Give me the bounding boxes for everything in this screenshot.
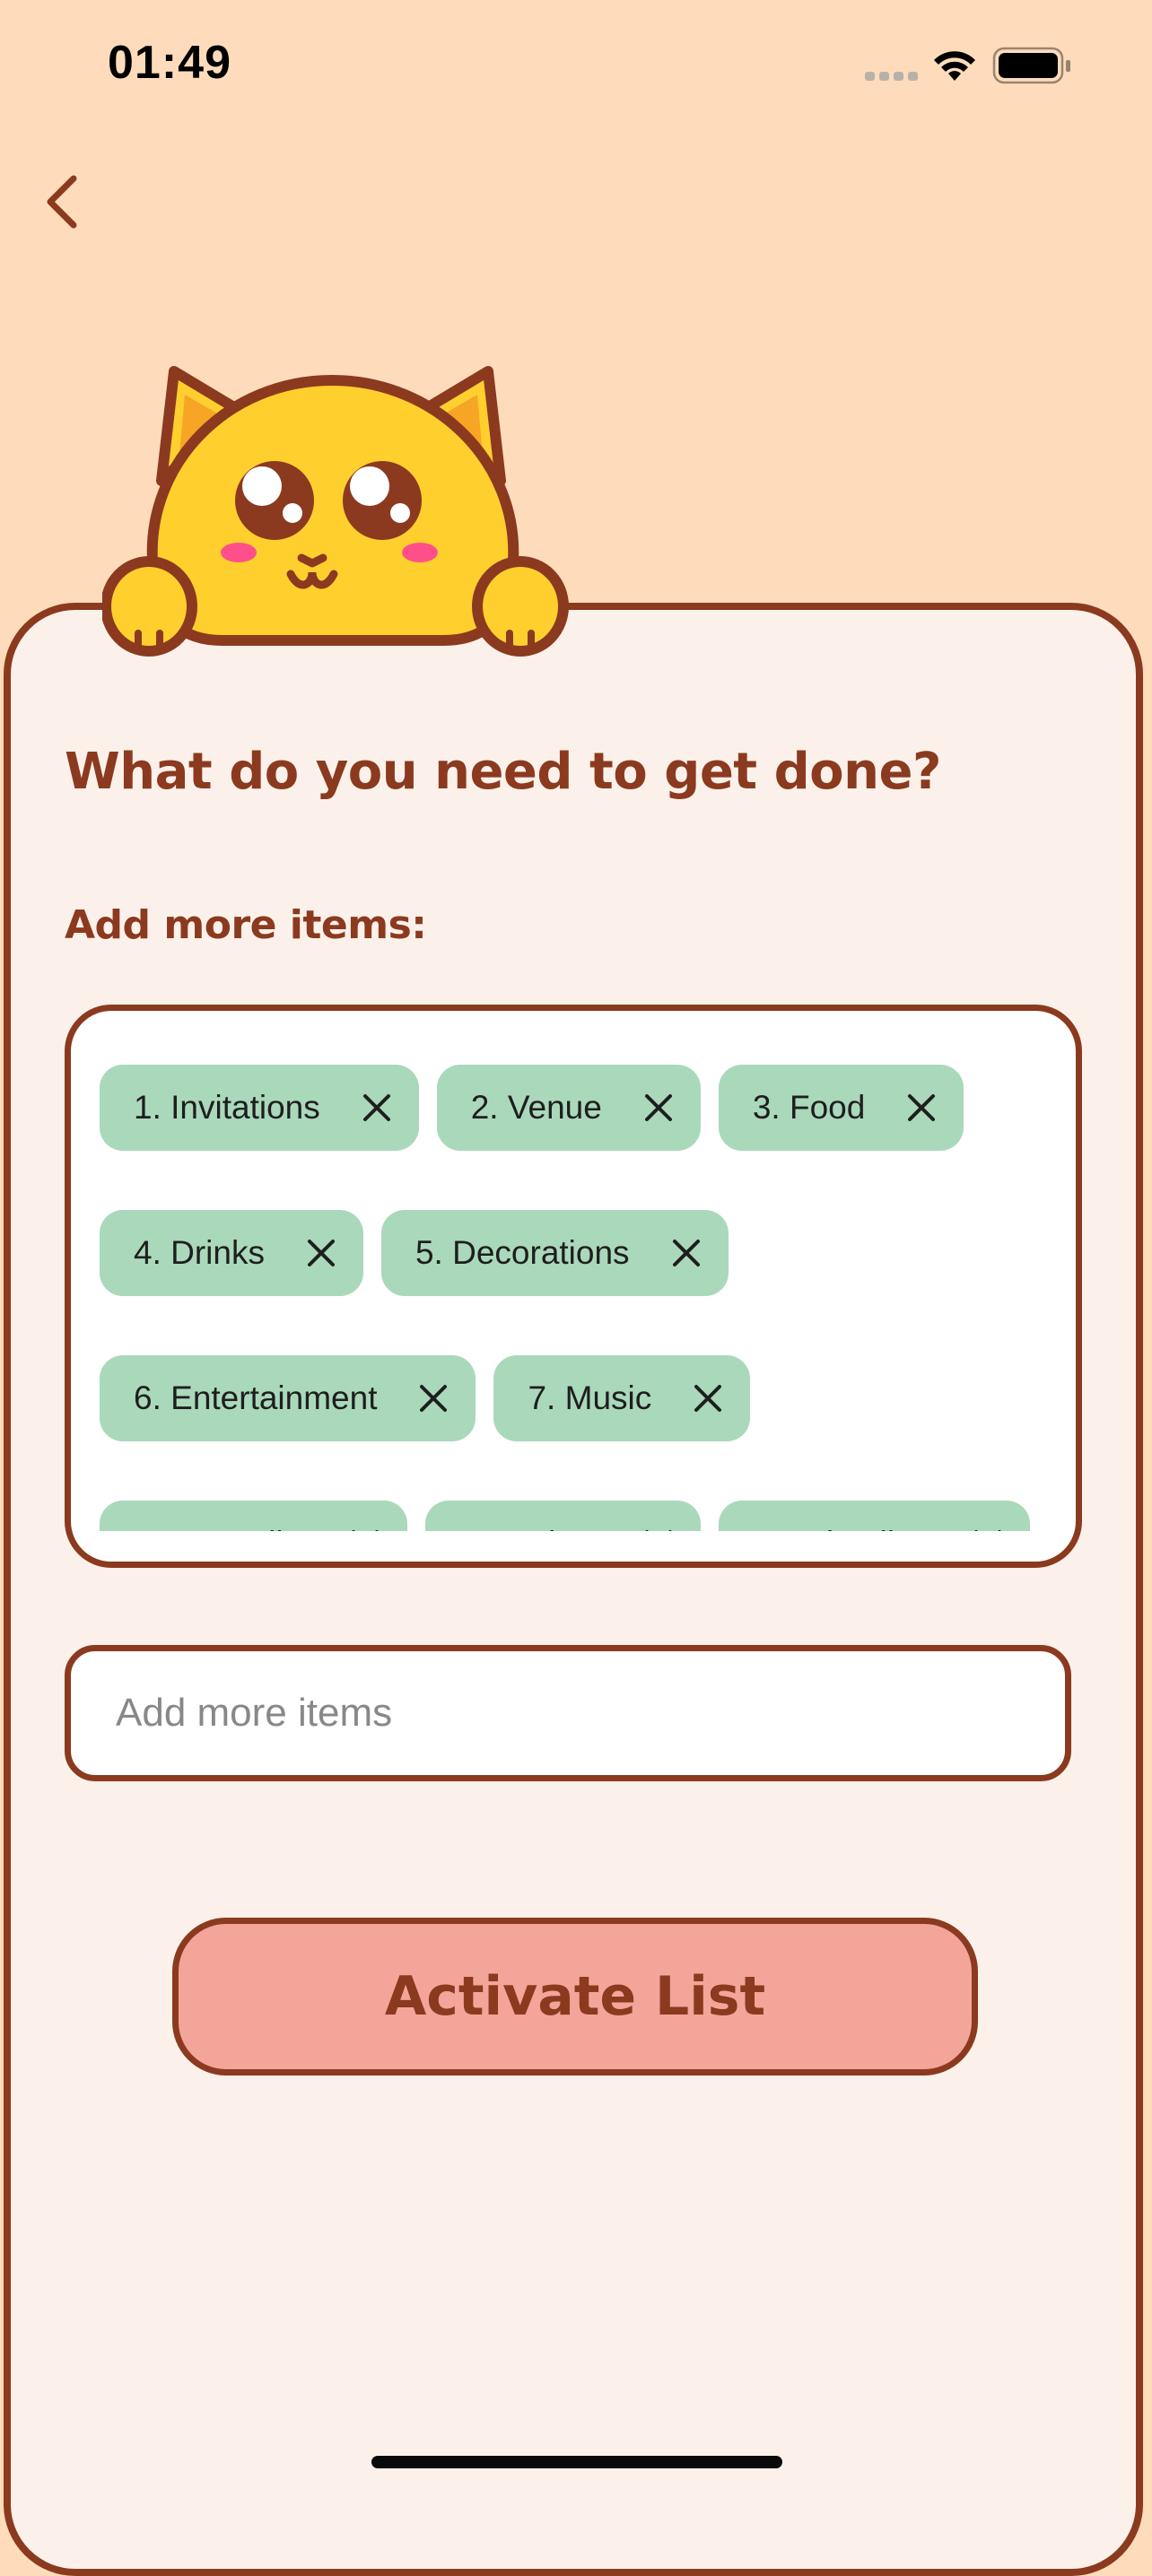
- status-icons: [865, 47, 1070, 84]
- item-chip-label: 1. Invitations: [134, 1089, 320, 1126]
- remove-item-icon[interactable]: [418, 1383, 449, 1414]
- item-chip[interactable]: 6. Entertainment: [100, 1355, 476, 1441]
- remove-item-icon[interactable]: [643, 1092, 674, 1123]
- item-chip[interactable]: 1. Invitations: [100, 1065, 419, 1151]
- remove-item-icon[interactable]: [362, 1092, 392, 1123]
- item-chip-label: 8. Guest list: [134, 1525, 309, 1531]
- cellular-dots-icon: [865, 72, 918, 81]
- item-chip[interactable]: 5. Decorations: [380, 1210, 729, 1296]
- item-chip[interactable]: 9. Budget: [425, 1501, 701, 1531]
- item-chip[interactable]: 10. Timeline: [718, 1501, 1031, 1531]
- items-list-box[interactable]: 1. Invitations 2. Venue 3. Food 4. Drinks 5.…: [65, 1005, 1082, 1568]
- back-button[interactable]: [36, 166, 90, 238]
- items-scroll-area[interactable]: 1. Invitations 2. Venue 3. Food 4. Drinks 5.…: [100, 1065, 1047, 1531]
- home-indicator: [371, 2456, 782, 2468]
- activate-list-button[interactable]: Activate List: [172, 1918, 978, 2076]
- item-chip[interactable]: 4. Drinks: [100, 1210, 363, 1296]
- item-chip[interactable]: 2. Venue: [436, 1065, 701, 1151]
- item-chip-label: 9. Budget: [459, 1525, 601, 1531]
- status-time: 01:49: [108, 37, 231, 89]
- item-chip-label: 3. Food: [752, 1089, 866, 1126]
- cat-mascot-icon: [102, 366, 569, 657]
- remove-item-icon[interactable]: [693, 1383, 723, 1414]
- remove-item-icon[interactable]: [671, 1238, 702, 1268]
- section-label: Add more items:: [65, 902, 427, 948]
- remove-item-icon[interactable]: [643, 1528, 674, 1531]
- item-chip-label: 5. Decorations: [415, 1234, 630, 1271]
- remove-item-icon[interactable]: [906, 1092, 937, 1123]
- item-chip[interactable]: 3. Food: [718, 1065, 964, 1151]
- remove-item-icon[interactable]: [306, 1238, 336, 1268]
- chevron-left-icon: [47, 175, 77, 229]
- add-item-input[interactable]: [114, 1690, 1065, 1736]
- item-chip-label: 10. Timeline: [753, 1525, 932, 1531]
- add-item-field[interactable]: [65, 1645, 1071, 1781]
- item-chip-label: 7. Music: [528, 1379, 652, 1416]
- item-chip-label: 6. Entertainment: [134, 1379, 378, 1416]
- wifi-icon: [934, 51, 975, 81]
- remove-item-icon[interactable]: [350, 1528, 380, 1531]
- content-card: [4, 603, 1143, 2576]
- item-chip[interactable]: 7. Music: [493, 1355, 751, 1441]
- item-chip-label: 2. Venue: [470, 1089, 602, 1126]
- item-chip-label: 4. Drinks: [134, 1234, 265, 1271]
- remove-item-icon[interactable]: [973, 1528, 1003, 1531]
- page-title: What do you need to get done?: [65, 743, 941, 801]
- items-chip-group: 1. Invitations 2. Venue 3. Food 4. Drinks 5.…: [100, 1065, 1047, 1531]
- battery-icon: [992, 47, 1070, 84]
- item-chip[interactable]: 8. Guest list: [100, 1501, 408, 1531]
